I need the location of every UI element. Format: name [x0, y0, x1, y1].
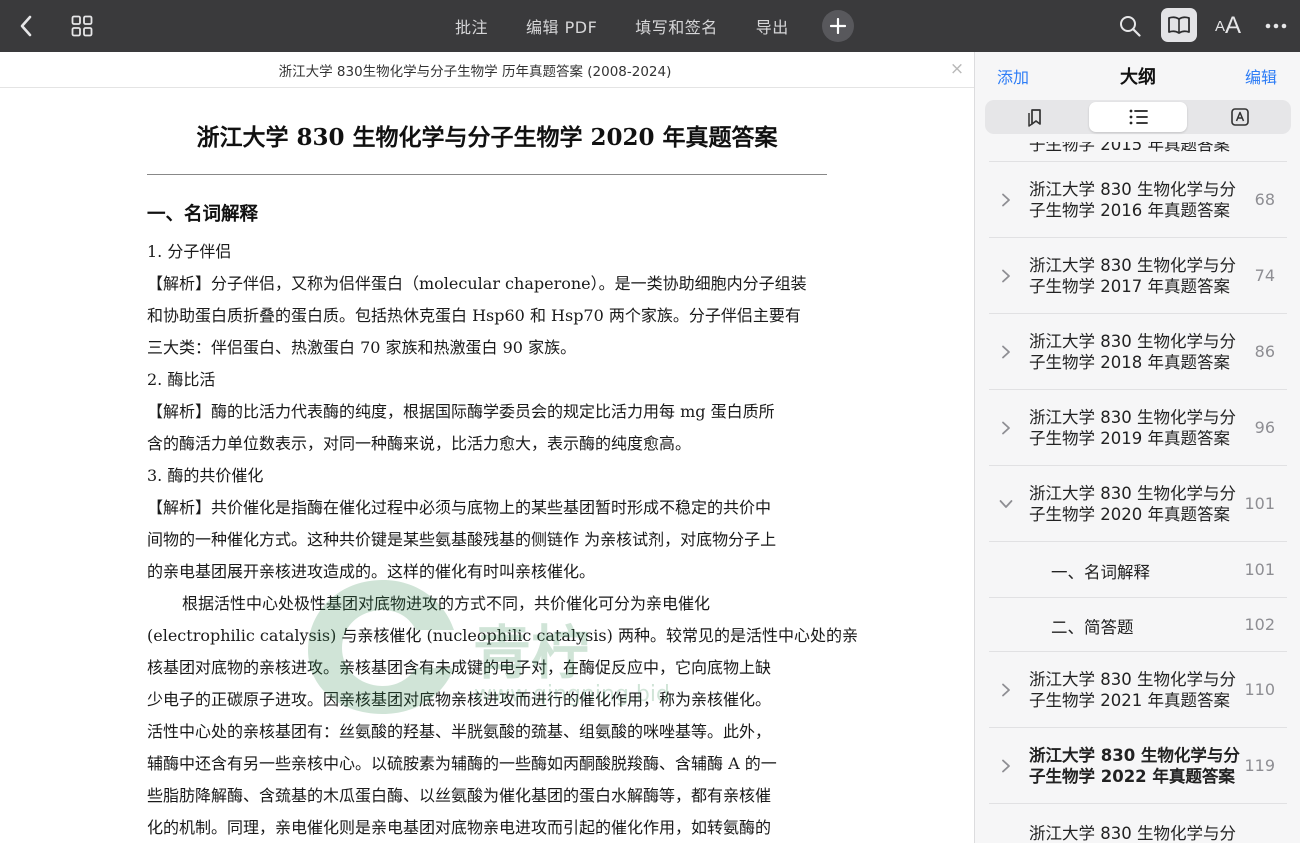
- outline-item[interactable]: 浙江大学 830 生物化学与分 子生物学 2016 年真题答案 68: [989, 162, 1287, 238]
- document-viewer[interactable]: 浙江大学 830生物化学与分子生物学 历年真题答案 (2008-2024) × …: [0, 52, 974, 843]
- text-line: 【解析】共价催化是指酶在催化过程中必须与底物上的某些基团暂时形成不稳定的共价中: [147, 498, 772, 517]
- text-line: 2. 酶比活: [147, 370, 216, 389]
- outline-item-expanded[interactable]: 浙江大学 830 生物化学与分 子生物学 2020 年真题答案 101: [989, 466, 1287, 542]
- outline-subitem[interactable]: 一、名词解释 101: [989, 542, 1287, 598]
- plus-icon[interactable]: [822, 10, 854, 42]
- outline-item[interactable]: 浙江大学 830 生物化学与分: [989, 804, 1287, 843]
- outline-item-line1: 浙江大学 830 生物化学与分: [1029, 746, 1240, 765]
- menu-export[interactable]: 导出: [756, 14, 789, 38]
- outline-item-page: 119: [1244, 756, 1275, 775]
- menu-edit-pdf[interactable]: 编辑 PDF: [526, 14, 597, 38]
- document-tab[interactable]: 浙江大学 830生物化学与分子生物学 历年真题答案 (2008-2024) ×: [0, 52, 974, 88]
- text-line: 少电子的正碳原子进攻。因亲核基团对底物亲核进攻而进行的催化作用，称为亲核催化。: [147, 690, 772, 709]
- document-tab-title: 浙江大学 830生物化学与分子生物学 历年真题答案 (2008-2024): [278, 63, 672, 80]
- text-line: 化的机制。同理，亲电催化则是亲电基团对底物亲电进攻而引起的催化作用，如转氨酶的: [147, 818, 772, 837]
- text-line: 含的酶活力单位数表示，对同一种酶来说，比活力愈大，表示酶的纯度愈高。: [147, 434, 692, 453]
- tab-outline[interactable]: [1089, 102, 1187, 132]
- outline-subitem-label: 二、简答题: [1051, 618, 1134, 637]
- text-box-icon: [1231, 108, 1249, 126]
- outline-item[interactable]: 浙江大学 830 生物化学与分 子生物学 2019 年真题答案 96: [989, 390, 1287, 466]
- text-line: 三大类：伴侣蛋白、热激蛋白 70 家族和热激蛋白 90 家族。: [147, 338, 577, 357]
- menu-fill-sign[interactable]: 填写和签名: [635, 14, 718, 38]
- outline-item-page: 74: [1254, 266, 1275, 285]
- text-line: 根据活性中心处极性基团对底物进攻的方式不同，共价催化可分为亲电催化: [182, 594, 711, 613]
- outline-item-page: 101: [1244, 494, 1275, 513]
- text-size-small: A: [1214, 17, 1225, 35]
- sidebar-segmented-control: [985, 100, 1291, 134]
- text-line: 辅酶中还含有另一些亲核中心。以硫胺素为辅酶的一些酶如丙酮酸脱羧酶、含辅酶 A 的…: [147, 754, 777, 773]
- outline-item-line2: 子生物学 2019 年真题答案: [1029, 429, 1230, 448]
- page-title: 浙江大学 830 生物化学与分子生物学 2020 年真题答案: [196, 124, 778, 151]
- text-line: 活性中心处的亲核基团有：丝氨酸的羟基、半胱氨酸的巯基、组氨酸的咪唑基等。此外，: [147, 722, 772, 741]
- list-icon: [1129, 109, 1148, 125]
- outline-item-line2: 子生物学 2018 年真题答案: [1029, 353, 1230, 372]
- outline-item-line2: 子生物学 2016 年真题答案: [1029, 201, 1230, 220]
- outline-item-label: 浙江大学 830 生物化学与分: [1029, 824, 1236, 843]
- outline-sidebar: 添加 大纲 编辑 子生物学 2015 年真题答案 浙江大学 830 生物化学与分…: [974, 52, 1300, 843]
- sidebar-header: 添加 大纲 编辑: [975, 52, 1300, 96]
- outline-item[interactable]: 子生物学 2015 年真题答案: [989, 142, 1287, 162]
- outline-list: 子生物学 2015 年真题答案 浙江大学 830 生物化学与分 子生物学 2016…: [975, 142, 1300, 843]
- outline-subitem-page: 102: [1244, 615, 1275, 634]
- top-toolbar: 批注 编辑 PDF 填写和签名 导出 AA: [0, 0, 1300, 52]
- book-icon[interactable]: [1161, 8, 1197, 42]
- text-line: 的亲电基团展开亲核进攻造成的。这样的催化有时叫亲核催化。: [147, 562, 596, 581]
- outline-item-page: 96: [1254, 418, 1275, 437]
- tab-annotations[interactable]: [1191, 102, 1289, 132]
- chevron-right-icon[interactable]: [999, 269, 1013, 283]
- outline-item-line1: 浙江大学 830 生物化学与分: [1029, 332, 1236, 351]
- outline-subitem[interactable]: 二、简答题 102: [989, 598, 1287, 652]
- text-line: 【解析】分子伴侣，又称为侣伴蛋白（molecular chaperone）。是一…: [147, 274, 807, 293]
- chevron-right-icon[interactable]: [999, 683, 1013, 697]
- outline-item-current[interactable]: 浙江大学 830 生物化学与分 子生物学 2022 年真题答案 119: [989, 728, 1287, 804]
- outline-item-line1: 浙江大学 830 生物化学与分: [1029, 484, 1236, 503]
- outline-item-page: 110: [1244, 680, 1275, 699]
- close-icon[interactable]: ×: [948, 60, 966, 78]
- outline-subitem-page: 101: [1244, 560, 1275, 579]
- outline-item-line1: 浙江大学 830 生物化学与分: [1029, 180, 1236, 199]
- chevron-right-icon[interactable]: [999, 345, 1013, 359]
- chevron-right-icon[interactable]: [999, 759, 1013, 773]
- text-size-icon[interactable]: AA: [1208, 0, 1248, 52]
- outline-item-page: 68: [1254, 190, 1275, 209]
- outline-item[interactable]: 浙江大学 830 生物化学与分 子生物学 2021 年真题答案 110: [989, 652, 1287, 728]
- text-line: 3. 酶的共价催化: [147, 466, 264, 485]
- chevron-right-icon[interactable]: [999, 421, 1013, 435]
- menu-annotate[interactable]: 批注: [455, 14, 488, 38]
- outline-item-line1: 浙江大学 830 生物化学与分: [1029, 670, 1236, 689]
- text-line: 1. 分子伴侣: [147, 242, 232, 261]
- text-line: 些脂肪降解酶、含巯基的木瓜蛋白酶、以丝氨酸为催化基团的蛋白水解酶等，都有亲核催: [147, 786, 772, 805]
- outline-item-line2: 子生物学 2020 年真题答案: [1029, 505, 1230, 524]
- text-line: (electrophilic catalysis) 与亲核催化 (nucleop…: [147, 626, 858, 645]
- chevron-down-icon[interactable]: [999, 497, 1013, 511]
- section-heading: 一、名词解释: [147, 204, 259, 225]
- text-size-big: A: [1225, 12, 1242, 39]
- title-divider: [147, 174, 827, 175]
- text-line: 核基团对底物的亲核进攻。亲核基团含有未成键的电子对，在酶促反应中，它向底物上缺: [147, 658, 772, 677]
- outline-item[interactable]: 浙江大学 830 生物化学与分 子生物学 2018 年真题答案 86: [989, 314, 1287, 390]
- outline-item-line1: 浙江大学 830 生物化学与分: [1029, 256, 1236, 275]
- text-line: 【解析】酶的比活力代表酶的纯度，根据国际酶学委员会的规定比活力用每 mg 蛋白质…: [147, 402, 775, 421]
- outline-item-label: 子生物学 2015 年真题答案: [1029, 142, 1230, 154]
- more-icon[interactable]: [1258, 0, 1294, 52]
- tab-bookmarks[interactable]: [987, 102, 1085, 132]
- body-text: 1. 分子伴侣 【解析】分子伴侣，又称为侣伴蛋白（molecular chape…: [147, 236, 858, 843]
- text-line: 和协助蛋白质折叠的蛋白质。包括热休克蛋白 Hsp60 和 Hsp70 两个家族。…: [147, 306, 801, 325]
- outline-subitem-label: 一、名词解释: [1051, 563, 1150, 582]
- outline-item-page: 86: [1254, 342, 1275, 361]
- bookmarks-icon: [1028, 109, 1041, 127]
- back-chevron-icon[interactable]: [8, 0, 44, 52]
- outline-item-line2: 子生物学 2017 年真题答案: [1029, 277, 1230, 296]
- outline-item-line2: 子生物学 2021 年真题答案: [1029, 691, 1230, 710]
- search-icon[interactable]: [1112, 0, 1148, 52]
- edit-button[interactable]: 编辑: [1245, 64, 1277, 88]
- outline-item-line2: 子生物学 2022 年真题答案: [1029, 767, 1235, 786]
- toolbar-menu: 批注 编辑 PDF 填写和签名 导出: [455, 0, 827, 52]
- chevron-right-icon[interactable]: [999, 193, 1013, 207]
- outline-item[interactable]: 浙江大学 830 生物化学与分 子生物学 2017 年真题答案 74: [989, 238, 1287, 314]
- outline-item-line1: 浙江大学 830 生物化学与分: [1029, 408, 1236, 427]
- text-line: 间物的一种催化方式。这种共价键是某些氨基酸残基的侧链作 为亲核试剂，对底物分子上: [147, 530, 777, 549]
- grid-icon[interactable]: [64, 0, 100, 52]
